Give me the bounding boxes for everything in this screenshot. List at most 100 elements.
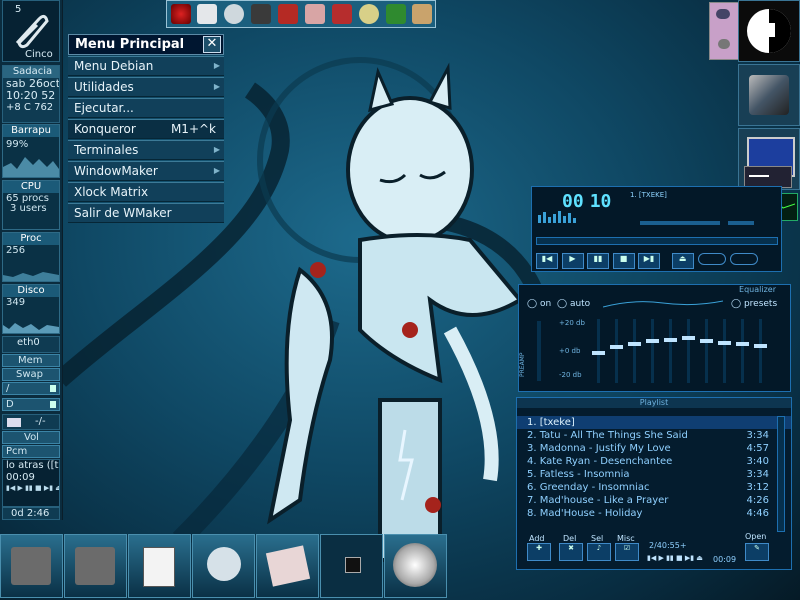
clock-app[interactable]: Sadacia sab 26oct 10:20 52 +8 C 762 [2,65,60,123]
paperclip-icon [15,14,49,49]
mp3-player[interactable]: lo atras ([txe 00:09 ▮◀ ▶ ▮▮ ■ ▶▮ ⏏ [2,459,60,507]
eq-on-toggle[interactable]: ◯ on [527,299,551,309]
preamp-slider[interactable] [537,321,541,381]
eq-band-knob[interactable] [718,340,731,345]
workspace-clip[interactable]: 5 Cinco [2,0,60,62]
gimp-wilber-tile[interactable] [384,534,447,598]
pause-button[interactable]: ▮▮ [587,253,609,269]
debian-swirl-icon[interactable] [171,4,191,24]
playlist-row[interactable]: 3. Madonna - Justify My Love 4:57 [517,442,791,455]
gimp-icon[interactable] [412,4,432,24]
eq-band-knob[interactable] [664,337,677,342]
root-disk-meter: / [2,382,60,395]
eq-band-slider[interactable] [718,319,731,383]
xmms-icon[interactable] [359,4,379,24]
sound-player-tile[interactable] [256,534,319,598]
pcm-slider[interactable]: Pcm [2,445,60,458]
eq-band-slider[interactable] [700,319,713,383]
close-icon[interactable]: ✕ [203,36,221,53]
sel-button[interactable]: ♪ [587,543,611,561]
gnome-tile[interactable] [192,534,255,598]
menu-item-salir[interactable]: Salir de WMaker [68,203,224,223]
disk-label: Disco [3,285,59,297]
screen-capture-tile[interactable] [0,534,63,598]
file-viewer-tile[interactable] [128,534,191,598]
next-button[interactable]: ▶▮ [638,253,660,269]
prev-button[interactable]: ▮◀ [536,253,558,269]
now-playing-scroll: lo atras ([txe [6,460,59,471]
volume-slider[interactable]: Vol [2,431,60,444]
add-button[interactable]: ✚ [527,543,551,561]
volume-bar[interactable] [640,221,720,225]
playlist-row[interactable]: 4. Kate Ryan - Desenchantee 3:40 [517,455,791,468]
stop-button[interactable]: ■ [612,253,635,269]
logo-tile[interactable] [738,0,800,62]
playlist-window[interactable]: Playlist 1. [txeke] 2. Tatu - All The Th… [516,397,792,570]
misc-button[interactable]: ☑ [615,543,639,561]
eq-band-slider[interactable] [682,319,695,383]
screen-capture-2-tile[interactable] [64,534,127,598]
menu-item-debian[interactable]: Menu Debian ▶ [68,56,224,76]
repeat-toggle[interactable] [730,253,758,265]
vim-icon[interactable] [386,4,406,24]
play-button[interactable]: ▶ [561,253,584,269]
menu-title-bar[interactable]: Menu Principal ✕ [68,34,224,55]
eq-band-slider[interactable] [754,319,767,383]
balance-bar[interactable] [728,221,754,225]
pager-small[interactable] [709,2,739,60]
mini-transport[interactable]: ▮◀ ▶ ▮▮ ■ ▶▮ ⏏ [647,554,703,562]
network-monitor[interactable]: eth0 [2,336,60,353]
eq-band-slider[interactable] [628,319,641,383]
seek-bar[interactable] [536,237,778,245]
playlist-row[interactable]: 2. Tatu - All The Things She Said 3:34 [517,429,791,442]
del-button[interactable]: ✖ [559,543,583,561]
player-controls[interactable]: ▮◀ ▶ ▮▮ ■ ▶▮ ⏏ [3,484,59,492]
eq-band-slider[interactable] [664,319,677,383]
eq-presets-label: presets [743,299,778,309]
menu-item-terminales[interactable]: Terminales ▶ [68,140,224,160]
eject-button[interactable]: ⏏ [671,253,694,269]
gnome-foot-icon[interactable] [224,4,244,24]
monitor-icon[interactable] [278,4,298,24]
eq-band-slider[interactable] [736,319,749,383]
editor-icon[interactable] [305,4,325,24]
eq-band-knob[interactable] [682,336,695,341]
menu-item-windowmaker[interactable]: WindowMaker ▶ [68,161,224,181]
paint-app-tile[interactable] [738,64,800,126]
menu-item-utilidades[interactable]: Utilidades ▶ [68,77,224,97]
mini-window[interactable] [744,166,792,188]
menu-item-xlock[interactable]: Xlock Matrix [68,182,224,202]
bsd-daemon-icon[interactable] [332,4,352,24]
terminal-small-tile[interactable] [320,534,383,598]
eq-band-knob[interactable] [628,342,641,347]
terminal-icon[interactable] [251,4,271,24]
eq-band-knob[interactable] [610,345,623,350]
eq-band-slider[interactable] [592,319,605,383]
menu-item-ejecutar[interactable]: Ejecutar... [68,98,224,118]
playlist-row[interactable]: 7. Mad'house - Like a Prayer 4:26 [517,494,791,507]
eq-band-slider[interactable] [646,319,659,383]
eq-band-knob[interactable] [646,339,659,344]
playlist-row[interactable]: 5. Fatless - Insomnia 3:34 [517,468,791,481]
menu-item-label: Terminales [74,143,139,157]
open-button[interactable]: ✎ [745,543,769,561]
uptime-label: 0d 2:46 [11,508,50,519]
home-icon[interactable] [197,4,217,24]
menu-item-konqueror[interactable]: Konqueror M1+^k [68,119,224,139]
mail-checker[interactable]: -/- [2,414,60,430]
xmms-main-window[interactable]: 00 10 1. [TXEKE] ▮◀ ▶ ▮▮ ■ ▶▮ ⏏ [531,186,782,272]
eq-band-slider[interactable] [610,319,623,383]
playlist-row[interactable]: 1. [txeke] [517,416,791,429]
playlist-scrollbar[interactable] [777,416,785,532]
shuffle-toggle[interactable] [698,253,726,265]
track-label: 4. Kate Ryan - Desenchantee [527,456,673,467]
playlist-row[interactable]: 6. Greenday - Insomniac 3:12 [517,481,791,494]
equalizer-window[interactable]: Equalizer ◯ on ◯ auto ◯ presets PREAMP +… [518,284,791,392]
eq-band-knob[interactable] [700,339,713,344]
eq-band-knob[interactable] [592,350,605,355]
playlist-row[interactable]: 8. Mad'House - Holiday 4:46 [517,507,791,520]
eq-presets-button[interactable]: ◯ presets [731,299,777,309]
eq-auto-toggle[interactable]: ◯ auto [557,299,590,309]
eq-band-knob[interactable] [736,342,749,347]
eq-band-knob[interactable] [754,343,767,348]
